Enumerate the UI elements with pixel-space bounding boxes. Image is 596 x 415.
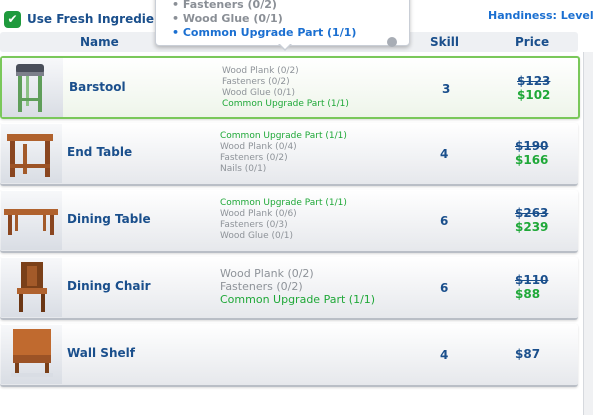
price-cell: $87 [515, 347, 540, 361]
ingredient-list: Wood Plank (0/2) Fasteners (0/2) Wood Gl… [222, 66, 349, 110]
recipe-name: Dining Table [67, 212, 151, 226]
price-cell: $263 $239 [515, 206, 548, 234]
recipe-row-barstool[interactable]: Barstool Wood Plank (0/2) Fasteners (0/2… [0, 56, 580, 119]
current-price: $88 [515, 287, 541, 301]
ingredient-wood-plank: Wood Plank (0/4) [220, 142, 297, 152]
ingredient-fasteners: Fasteners (0/2) [220, 280, 303, 293]
ingredient-wood-plank: Wood Plank (0/2) [220, 267, 314, 280]
handiness-level: Handiness: Level 10 [488, 9, 596, 22]
old-price: $190 [515, 139, 549, 153]
ingredient-common-upgrade-part: Common Upgrade Part (1/1) [222, 99, 349, 109]
ingredient-tooltip: • Fasteners (0/2) • Wood Glue (0/1) • Co… [155, 0, 410, 46]
ingredient-fasteners: Fasteners (0/2) [222, 77, 290, 87]
ingredient-wood-plank: Wood Plank (0/6) [220, 209, 297, 219]
ingredient-nails: Nails (0/1) [220, 164, 267, 174]
column-header-price[interactable]: Price [515, 35, 549, 49]
old-price: $263 [515, 206, 549, 220]
tooltip-line-common-upgrade-part: • Common Upgrade Part (1/1) [172, 26, 357, 39]
skill-value: 4 [440, 348, 449, 362]
fresh-ingredients-label: Use Fresh Ingredients [27, 12, 176, 26]
tooltip-arrow-inner [279, 43, 291, 49]
ingredient-list: Common Upgrade Part (1/1) Wood Plank (0/… [220, 198, 347, 242]
ingredient-fasteners: Fasteners (0/3) [220, 220, 288, 230]
column-header-skill[interactable]: Skill [430, 35, 459, 49]
dining-table-thumbnail [1, 191, 62, 250]
list-scrollbar[interactable] [583, 52, 593, 415]
skill-value: 6 [440, 281, 449, 295]
price-cell: $190 $166 [515, 139, 548, 167]
ingredient-wood-glue: Wood Glue (0/1) [220, 231, 294, 241]
current-price: $102 [517, 88, 551, 102]
recipe-name: Dining Chair [67, 279, 151, 293]
barstool-thumbnail [2, 58, 63, 117]
recipe-row-dining-table[interactable]: Dining Table Common Upgrade Part (1/1) W… [0, 190, 578, 253]
ingredient-common-upgrade-part: Common Upgrade Part (1/1) [220, 293, 376, 306]
wall-shelf-thumbnail [1, 325, 62, 384]
recipe-row-wall-shelf[interactable]: Wall Shelf 4 $87 [0, 324, 578, 387]
dining-chair-thumbnail [1, 258, 62, 317]
ingredient-wood-glue: Wood Glue (0/1) [222, 88, 296, 98]
fresh-ingredients-checkbox[interactable]: ✔ [4, 11, 21, 28]
skill-value: 4 [440, 147, 449, 161]
price-cell: $123 $102 [517, 74, 550, 102]
current-price: $87 [515, 347, 541, 361]
ingredient-common-upgrade-part: Common Upgrade Part (1/1) [220, 131, 347, 141]
recipe-name: Wall Shelf [67, 346, 135, 360]
tooltip-line-wood-glue: • Wood Glue (0/1) [172, 12, 283, 25]
current-price: $166 [515, 153, 549, 167]
tooltip-handle-icon [387, 37, 397, 47]
current-price: $239 [515, 220, 549, 234]
ingredient-common-upgrade-part: Common Upgrade Part (1/1) [220, 198, 347, 208]
recipe-row-end-table[interactable]: End Table Common Upgrade Part (1/1) Wood… [0, 123, 578, 186]
recipe-name: Barstool [69, 80, 126, 94]
tooltip-line-fasteners: • Fasteners (0/2) [172, 0, 277, 11]
old-price: $123 [517, 74, 551, 88]
column-header-name[interactable]: Name [80, 35, 119, 49]
old-price: $110 [515, 273, 549, 287]
recipe-name: End Table [67, 145, 133, 159]
skill-value: 6 [440, 214, 449, 228]
ingredient-fasteners: Fasteners (0/2) [220, 153, 288, 163]
ingredient-wood-plank: Wood Plank (0/2) [222, 66, 299, 76]
ingredient-list: Common Upgrade Part (1/1) Wood Plank (0/… [220, 131, 347, 175]
end-table-thumbnail [1, 124, 62, 183]
skill-value: 3 [442, 82, 451, 96]
price-cell: $110 $88 [515, 273, 548, 301]
ingredient-list: Wood Plank (0/2) Fasteners (0/2) Common … [220, 267, 375, 306]
recipe-row-dining-chair[interactable]: Dining Chair Wood Plank (0/2) Fasteners … [0, 257, 578, 320]
